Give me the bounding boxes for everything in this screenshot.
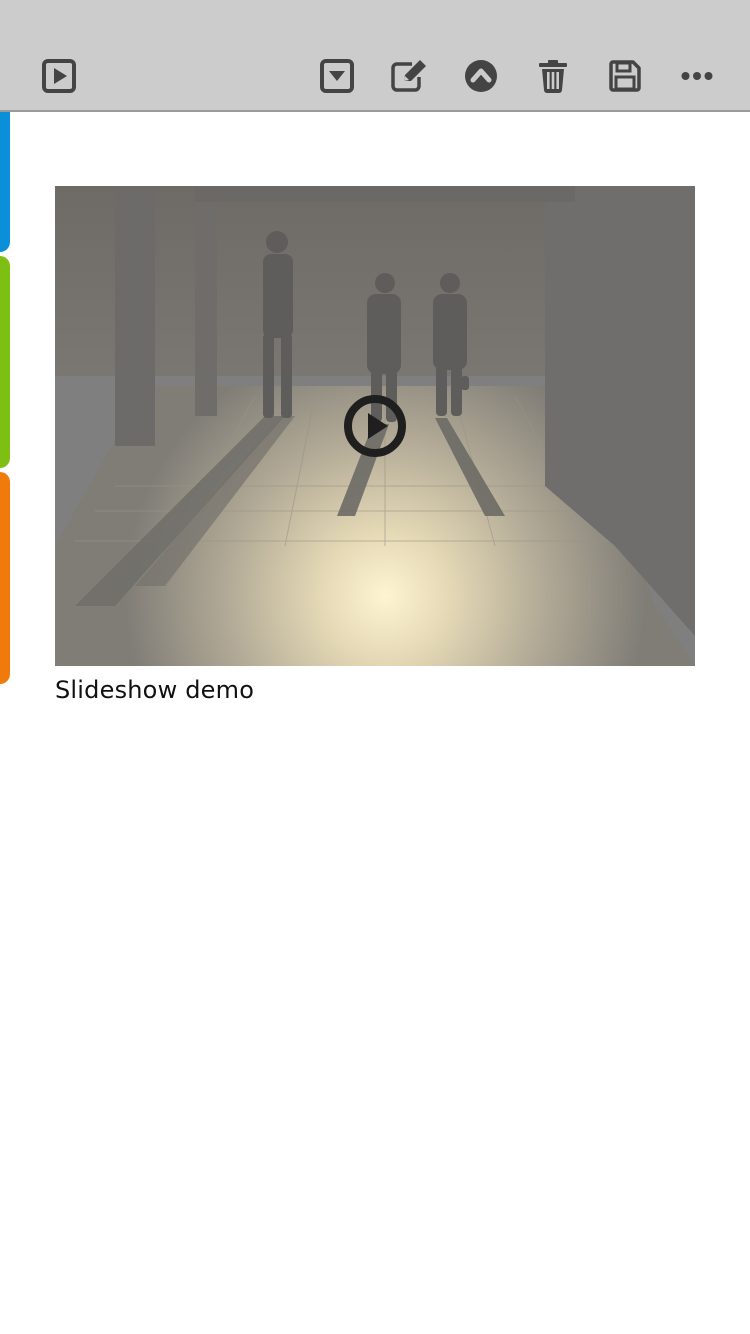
floppy-disk-icon [609, 60, 641, 92]
ellipsis-icon [681, 72, 713, 80]
trash-icon [539, 60, 567, 93]
caret-down-square-icon [320, 59, 354, 93]
edit-button[interactable] [388, 56, 432, 96]
delete-button[interactable] [531, 56, 575, 96]
play-square-icon [42, 59, 76, 93]
slideshow-caption: Slideshow demo [55, 676, 255, 704]
slideshow-embed: Slideshow demo [55, 186, 695, 704]
pencil-square-icon [391, 60, 426, 92]
move-up-button[interactable] [459, 56, 503, 96]
more-button[interactable] [675, 56, 719, 96]
toolbar [0, 0, 750, 112]
save-button[interactable] [603, 56, 647, 96]
collapse-button[interactable] [315, 56, 359, 96]
side-tab-green[interactable] [0, 256, 10, 468]
side-tab-orange[interactable] [0, 472, 10, 684]
chevron-up-circle-icon [465, 60, 497, 92]
present-button[interactable] [37, 56, 81, 96]
play-circle-icon[interactable] [343, 394, 407, 458]
slideshow-thumbnail[interactable] [55, 186, 695, 666]
